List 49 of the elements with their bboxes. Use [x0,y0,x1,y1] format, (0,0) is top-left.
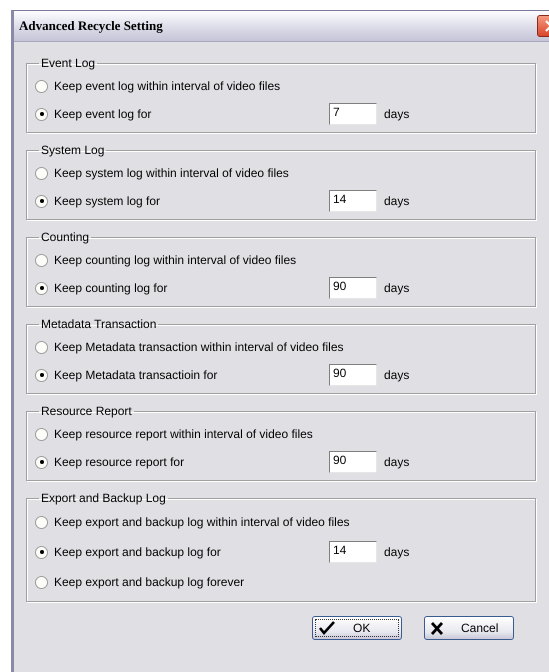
option-label: Keep event log for [54,107,152,121]
unit-label: days [384,455,410,469]
group-title: Event Log [40,56,96,70]
days-field[interactable]: 90 [329,277,377,299]
option-label: Keep resource report within interval of video files [54,427,313,441]
close-icon [431,622,443,634]
days-field[interactable]: 14 [329,541,377,563]
radio-button[interactable] [35,80,48,92]
option-label: Keep system log within interval of video files [54,166,289,180]
checkmark-icon [319,621,335,635]
unit-label: days [384,545,410,559]
option-label: Keep export and backup log forever [54,575,244,589]
days-field[interactable]: 90 [329,364,377,386]
radio-button[interactable] [35,108,48,120]
group-title: Metadata Transaction [40,317,158,331]
group-title: Export and Backup Log [40,491,167,505]
unit-label: days [384,194,410,208]
group-title: Resource Report [40,404,133,418]
days-field[interactable]: 90 [329,451,377,473]
radio-button[interactable] [35,254,48,266]
unit-label: days [384,107,410,121]
radio-button[interactable] [35,166,48,180]
option-label: Keep counting log within interval of video files [54,253,296,267]
radio-button[interactable] [35,194,48,208]
window-title: Advanced Recycle Setting [19,18,163,34]
option-label: Keep Metadata transaction within interval of video files [54,340,344,354]
option-label: Keep export and backup log for [54,545,222,559]
option-label: Keep Metadata transactioin for [54,368,218,382]
radio-button[interactable] [35,456,48,468]
radio-button[interactable] [35,428,48,440]
option-label: Keep event log within interval of video files [54,79,280,93]
days-field[interactable]: 7 [329,103,377,125]
ok-button[interactable]: OK [312,616,402,640]
option-label: Keep resource report for [54,455,186,469]
radio-button[interactable] [35,340,48,354]
option-label: Keep system log for [54,194,162,208]
option-label: Keep export and backup log within interval of video files [54,515,350,529]
days-field[interactable]: 14 [329,190,377,212]
unit-label: days [384,368,410,382]
radio-button[interactable] [35,576,48,588]
option-label: Keep counting log for [54,281,168,295]
group-title: Counting [40,230,90,244]
radio-button[interactable] [35,516,48,528]
radio-button[interactable] [35,546,48,558]
unit-label: days [384,281,410,295]
radio-button[interactable] [35,368,48,382]
group-title: System Log [40,143,106,157]
cancel-button[interactable]: Cancel [424,616,514,640]
radio-button[interactable] [35,282,48,294]
